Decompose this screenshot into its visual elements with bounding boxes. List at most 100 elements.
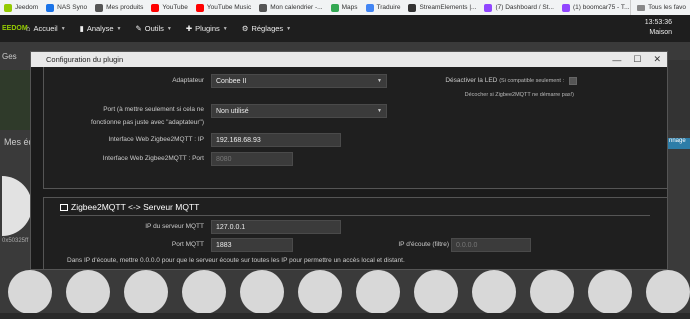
gear-icon: ⚙ <box>241 24 249 33</box>
chevron-down-icon: ▼ <box>286 25 292 32</box>
device-label: 0x50325ff <box>2 238 29 244</box>
web-port-input[interactable]: 8080 <box>211 152 293 166</box>
jeedom-logo[interactable]: EEDOM <box>0 15 28 42</box>
device-thumbnail[interactable] <box>66 270 110 314</box>
bookmark-item[interactable]: (7) Dashboard / St... <box>484 3 554 12</box>
adapter-select-value: Conbee II <box>216 77 247 85</box>
bookmark-item[interactable]: Mes produits <box>95 3 143 12</box>
device-thumbnail[interactable] <box>472 270 516 314</box>
listen-ip-input[interactable]: 0.0.0.0 <box>451 238 531 252</box>
device-thumbnail[interactable] <box>298 270 342 314</box>
device-thumbnail[interactable] <box>240 270 284 314</box>
bookmark-favicon-icon <box>195 3 204 12</box>
bookmark-favicon-icon <box>46 3 55 12</box>
listen-ip-label: IP d'écoute (filtre) <box>398 241 449 248</box>
background-title: Ges <box>2 52 17 61</box>
nav-item[interactable]: ✎ Outils ▼ <box>135 24 171 33</box>
nav-item[interactable]: ⌂ Accueil ▼ <box>26 24 66 33</box>
bookmark-item[interactable]: StreamElements |... <box>408 3 477 12</box>
bookmark-label: StreamElements |... <box>419 4 477 11</box>
device-thumbnail[interactable] <box>8 270 52 314</box>
bookmark-item[interactable]: NAS Syno <box>46 3 88 12</box>
nav-item[interactable]: ⚙ Réglages ▼ <box>242 24 291 33</box>
modal-title: Configuration du plugin <box>46 55 124 64</box>
device-thumbnail[interactable] <box>414 270 458 314</box>
port-label: Port (à mettre seulement si cela ne fonc… <box>74 104 204 128</box>
nav-item[interactable]: ✚ Plugins ▼ <box>186 24 228 33</box>
adapter-select[interactable]: Conbee II ▼ <box>211 74 387 88</box>
device-thumbnail[interactable] <box>588 270 632 314</box>
nav-item-label: Outils <box>144 24 164 33</box>
nav-item-label: Réglages <box>251 24 284 33</box>
bookmark-favicon-icon <box>330 3 339 12</box>
bookmark-favicon-icon <box>95 3 104 12</box>
bookmark-item[interactable]: Mon calendrier -... <box>259 3 323 12</box>
folder-icon <box>637 4 646 11</box>
mqtt-section-title: Zigbee2MQTT <-> Serveur MQTT <box>60 202 199 212</box>
bookmark-item[interactable]: (1) boomcar75 - T... <box>561 3 630 12</box>
device-thumbnail[interactable] <box>124 270 168 314</box>
bookmark-label: Jeedom <box>15 4 39 11</box>
device-thumbnail[interactable] <box>182 270 226 314</box>
led-label-text: Désactiver la LED <box>445 77 498 84</box>
device-thumbnail[interactable] <box>646 270 690 314</box>
bookmark-item[interactable]: Jeedom <box>4 3 39 12</box>
bookmark-label: YouTube <box>162 4 188 11</box>
dropdown-arrow-icon: ▼ <box>377 78 382 84</box>
dropdown-arrow-icon: ▼ <box>377 108 382 114</box>
bookmark-favicon-icon <box>151 3 160 12</box>
background-button[interactable]: nnage <box>667 138 690 149</box>
bookmark-favicon-icon <box>365 3 374 12</box>
bookmark-item[interactable]: Maps <box>330 3 358 12</box>
close-icon[interactable]: ✕ <box>653 54 661 65</box>
mqtt-ip-input[interactable]: 127.0.0.1 <box>211 220 341 234</box>
bookmark-label: YouTube Music <box>206 4 252 11</box>
modal-titlebar: Configuration du plugin — ☐ ✕ <box>31 52 667 67</box>
puzzle-icon: ✚ <box>185 24 193 33</box>
modal-body: Adaptateur Conbee II ▼ Port (à mettre se… <box>43 67 667 269</box>
bookmark-favicon-icon <box>259 3 268 12</box>
device-thumbnail[interactable] <box>2 176 32 236</box>
clock: 13:53:36 Maison <box>645 18 672 38</box>
server-icon <box>60 203 68 211</box>
bookmark-favicon-icon <box>4 3 12 12</box>
nav-item-label: Plugins <box>195 24 220 33</box>
led-label: Désactiver la LED (Si compatible seuleme… <box>414 74 564 88</box>
bookmark-item[interactable]: Traduire <box>365 3 401 12</box>
bookmark-label: Traduire <box>376 4 401 11</box>
minimize-icon[interactable]: — <box>612 55 621 65</box>
bookmark-label: (7) Dashboard / St... <box>495 4 554 11</box>
mqtt-section-title-text: Zigbee2MQTT <-> Serveur MQTT <box>71 202 200 212</box>
port-select[interactable]: Non utilisé ▼ <box>211 104 387 118</box>
device-thumbnail[interactable] <box>530 270 574 314</box>
bookmark-label: NAS Syno <box>57 4 88 11</box>
device-thumbnail[interactable] <box>356 270 400 314</box>
adapter-settings: Adaptateur Conbee II ▼ Port (à mettre se… <box>43 67 667 189</box>
port-label-line2: fonctionne pas juste avec "adaptateur") <box>90 119 204 126</box>
chart-icon: ▮ <box>79 24 84 33</box>
plugin-config-modal: Configuration du plugin — ☐ ✕ Adaptateur… <box>30 51 668 270</box>
port-select-value: Non utilisé <box>216 107 249 115</box>
bookmark-favicon-icon <box>561 3 570 12</box>
web-port-label: Interface Web Zigbee2MQTT : Port <box>102 155 204 162</box>
background-right-panel <box>667 60 690 130</box>
port-label-line1: Port (à mettre seulement si cela ne <box>103 106 204 113</box>
all-bookmarks-button[interactable]: Tous les favo <box>630 0 686 15</box>
wrench-icon: ✎ <box>135 24 142 33</box>
maximize-icon[interactable]: ☐ <box>633 54 641 65</box>
clock-mode: Maison <box>649 29 672 36</box>
nav-item[interactable]: ▮ Analyse ▼ <box>80 24 122 33</box>
bookmark-favicon-icon <box>484 3 493 12</box>
bookmark-item[interactable]: YouTube Music <box>195 3 252 12</box>
adapter-label: Adaptateur <box>172 77 204 84</box>
led-note2: Décocher si Zigbee2MQTT ne démarre pas!) <box>464 92 574 98</box>
bookmark-item[interactable]: YouTube <box>151 3 188 12</box>
nav-item-label: Analyse <box>86 24 114 33</box>
nav-item-label: Accueil <box>33 24 58 33</box>
mqtt-port-input[interactable]: 1883 <box>211 238 293 252</box>
mqtt-port-label: Port MQTT <box>171 241 204 248</box>
section-divider <box>60 215 650 216</box>
web-ip-input[interactable]: 192.168.68.93 <box>211 133 341 147</box>
led-note: (Si compatible seulement : <box>499 78 564 84</box>
led-checkbox[interactable] <box>569 77 577 85</box>
